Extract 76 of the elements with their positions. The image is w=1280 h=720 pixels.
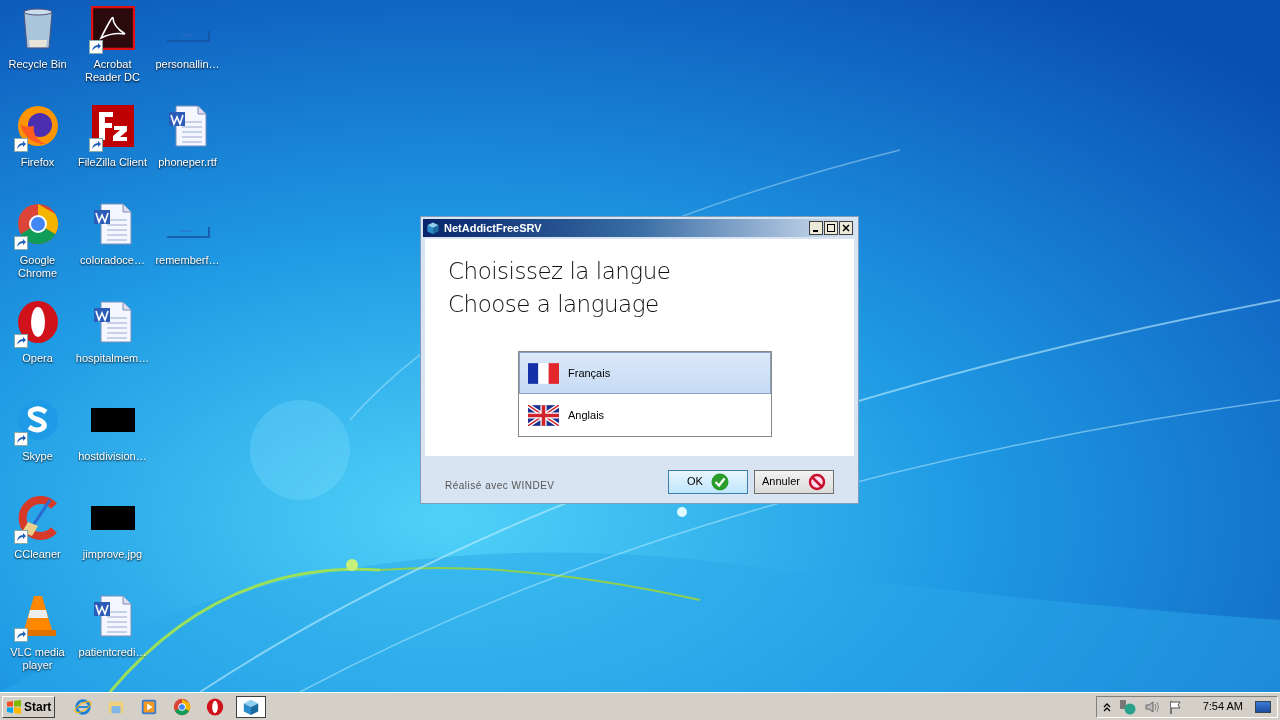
desktop-icon-label: patientcredi… <box>77 646 148 659</box>
acrobat-icon <box>90 6 135 50</box>
desktop-icon[interactable]: jimprove.jpg <box>75 496 150 594</box>
opera-icon <box>15 300 60 344</box>
start-button[interactable]: Start <box>2 695 56 718</box>
show-desktop-button[interactable] <box>1255 700 1271 713</box>
desktop-icon-label: Recycle Bin <box>7 58 68 71</box>
desktop-icon[interactable]: VLC media player <box>0 594 75 692</box>
desktop-icon-label: FileZilla Client <box>76 156 149 169</box>
desktop-icon[interactable]: Firefox <box>0 104 75 202</box>
desktop-icon[interactable]: rememberf… <box>150 202 225 300</box>
desktop-icon-label: hospitalmem… <box>74 352 151 365</box>
desktop-icon-label: Opera <box>21 352 54 365</box>
close-icon <box>842 224 850 232</box>
chrome-icon <box>15 202 60 246</box>
desktop-icon[interactable]: FileZilla Client <box>75 104 150 202</box>
window-title: NetAddictFreeSRV <box>444 220 543 236</box>
firefox-icon <box>15 104 60 148</box>
footer-text: Réalisé avec WINDEV <box>445 479 556 493</box>
desktop-icon[interactable]: hostdivision… <box>75 398 150 496</box>
chevron-up-icon[interactable] <box>1102 701 1111 712</box>
cancel-button[interactable]: Annuler <box>754 469 834 494</box>
taskbar-app[interactable] <box>236 695 267 718</box>
language-label: Anglais <box>568 407 605 423</box>
clock[interactable]: 7:54 AM <box>1202 698 1243 715</box>
desktop-icon[interactable]: CCleaner <box>0 496 75 594</box>
opera-icon <box>206 697 225 716</box>
desktop-icon[interactable]: personallin… <box>150 6 225 104</box>
windows-logo-icon <box>6 699 22 714</box>
cube-icon <box>426 221 440 235</box>
desktop-icon-label: jimprove.jpg <box>81 548 144 561</box>
internet-explorer-icon <box>74 697 93 716</box>
desktop-icon[interactable]: Acrobat Reader DC <box>75 6 150 104</box>
prohibited-icon <box>807 472 826 491</box>
checkmark-icon <box>710 472 729 491</box>
desktop-icon-label: rememberf… <box>154 254 221 267</box>
desktop-icon[interactable]: phoneper.rtf <box>150 104 225 202</box>
minimize-button[interactable] <box>809 221 823 235</box>
chrome-icon <box>173 697 192 716</box>
desktop-icon[interactable]: Recycle Bin <box>0 6 75 104</box>
desktop-icon-label: Firefox <box>19 156 56 169</box>
desktop-icon-label: Acrobat Reader DC <box>84 58 141 84</box>
filezilla-icon <box>90 104 135 148</box>
desktop-icon-label: CCleaner <box>13 548 62 561</box>
close-button[interactable] <box>839 221 853 235</box>
speaker-icon[interactable] <box>1144 699 1161 714</box>
network-icon[interactable] <box>1118 698 1137 715</box>
desktop-icon[interactable]: patientcredi… <box>75 594 150 692</box>
file-thumbnail-icon <box>165 30 210 42</box>
desktop-icon-label: VLC media player <box>9 646 66 672</box>
media-player-icon <box>140 697 159 716</box>
desktop-icon[interactable]: Google Chrome <box>0 202 75 300</box>
french-flag-icon <box>528 362 559 384</box>
maximize-icon <box>827 224 835 232</box>
ok-button[interactable]: OK <box>668 469 748 494</box>
desktop-icon[interactable]: hospitalmem… <box>75 300 150 398</box>
language-label: Français <box>568 365 611 381</box>
flag-icon[interactable] <box>1168 699 1183 714</box>
language-item[interactable]: Français <box>519 352 771 394</box>
file-thumbnail-icon <box>165 226 210 238</box>
desktop-icon-label: Skype <box>21 450 54 463</box>
desktop-icon-label: phoneper.rtf <box>157 156 218 169</box>
desktop-icon[interactable]: Skype <box>0 398 75 496</box>
desktop-icon-label: personallin… <box>154 58 221 71</box>
maximize-button[interactable] <box>824 221 838 235</box>
cube-icon <box>242 697 261 716</box>
desktop-icon-label: hostdivision… <box>77 450 148 463</box>
heading: Choose a language <box>448 290 660 319</box>
heading: Choisissez la langue <box>448 257 672 286</box>
language-item[interactable]: Anglais <box>519 394 771 436</box>
desktop-icon-label: coloradoce… <box>79 254 146 267</box>
british-flag-icon <box>528 404 559 426</box>
skype-icon <box>15 398 60 442</box>
desktop-icon-label: Google Chrome <box>16 254 59 280</box>
desktop-icon[interactable]: Opera <box>0 300 75 398</box>
desktop-icon[interactable]: coloradoce… <box>75 202 150 300</box>
